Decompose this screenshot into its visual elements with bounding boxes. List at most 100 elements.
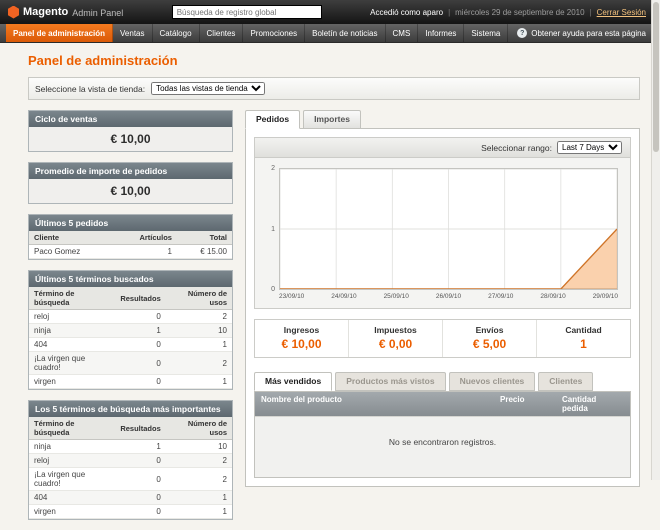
col-header: Número de usos xyxy=(166,287,232,310)
stat-impuestos: Impuestos € 0,00 xyxy=(348,320,442,357)
cell-uses: 2 xyxy=(166,310,232,324)
last-search-terms-box: Últimos 5 términos buscados Término de b… xyxy=(28,270,233,390)
cell-uses: 2 xyxy=(166,454,232,468)
x-axis-label: 26/09/10 xyxy=(436,293,461,300)
stat-envios: Envíos € 5,00 xyxy=(442,320,536,357)
avg-order-box: Promedio de importe de pedidos € 10,00 xyxy=(28,162,233,204)
help-label: Obtener ayuda para esta página xyxy=(531,29,646,38)
table-row[interactable]: 404 0 1 xyxy=(29,338,232,352)
col-header: Cliente xyxy=(29,231,113,245)
tab-importes[interactable]: Importes xyxy=(303,110,361,129)
stat-value: € 0,00 xyxy=(353,337,438,351)
content-area: Panel de administración Seleccione la vi… xyxy=(0,43,660,530)
x-axis-label: 27/09/10 xyxy=(488,293,513,300)
table-row[interactable]: ninja 1 10 xyxy=(29,440,232,454)
x-axis-label: 29/09/10 xyxy=(593,293,618,300)
tab-clientes[interactable]: Clientes xyxy=(538,372,593,391)
cell-term: ¡La virgen que cuadro! xyxy=(29,352,115,375)
separator: | xyxy=(448,8,450,17)
magento-logo-icon xyxy=(8,6,19,19)
right-column: Pedidos Importes Seleccionar rango: Last… xyxy=(245,110,640,487)
avg-order-value: € 10,00 xyxy=(29,179,232,203)
cell-total: € 15.00 xyxy=(177,245,232,259)
logged-in-text: Accedió como aparo xyxy=(370,8,443,17)
tab-pedidos[interactable]: Pedidos xyxy=(245,110,300,129)
scrollbar-thumb[interactable] xyxy=(653,2,659,152)
cell-uses: 10 xyxy=(166,324,232,338)
left-column: Ciclo de ventas € 10,00 Promedio de impo… xyxy=(28,110,233,530)
table-row[interactable]: virgen 0 1 xyxy=(29,505,232,519)
table-row[interactable]: reloj 0 2 xyxy=(29,454,232,468)
cell-results: 0 xyxy=(115,338,165,352)
table-row[interactable]: ¡La virgen que cuadro! 0 2 xyxy=(29,352,232,375)
page-help-link[interactable]: ? Obtener ayuda para esta página xyxy=(517,24,654,42)
nav-item-informes[interactable]: Informes xyxy=(418,24,464,42)
stat-label: Impuestos xyxy=(353,325,438,335)
col-header: Término de búsqueda xyxy=(29,417,115,440)
range-bar: Seleccionar rango: Last 7 Days xyxy=(255,138,630,158)
tab-mas-vendidos[interactable]: Más vendidos xyxy=(254,372,332,391)
col-header: Total xyxy=(177,231,232,245)
table-row[interactable]: ¡La virgen que cuadro! 0 2 xyxy=(29,468,232,491)
bestsellers-grid: Nombre del producto Precio Cantidad pedi… xyxy=(254,391,631,478)
store-view-select[interactable]: Todas las vistas de tienda xyxy=(151,82,265,95)
orders-panel: Seleccionar rango: Last 7 Days 2 1 0 xyxy=(245,128,640,487)
x-axis-label: 23/09/10 xyxy=(279,293,304,300)
grid-col-product: Nombre del producto xyxy=(255,392,494,416)
table-row[interactable]: reloj 0 2 xyxy=(29,310,232,324)
table-row[interactable]: ninja 1 10 xyxy=(29,324,232,338)
last-search-terms-table: Término de búsqueda Resultados Número de… xyxy=(29,287,232,389)
nav-item-catalogo[interactable]: Catálogo xyxy=(153,24,200,42)
table-row[interactable]: virgen 0 1 xyxy=(29,375,232,389)
range-select[interactable]: Last 7 Days xyxy=(557,141,622,154)
table-row[interactable]: 404 0 1 xyxy=(29,491,232,505)
cell-uses: 2 xyxy=(166,352,232,375)
grid-header-row: Nombre del producto Precio Cantidad pedi… xyxy=(255,392,630,416)
nav-item-dashboard[interactable]: Panel de administración xyxy=(6,24,113,42)
nav-item-cms[interactable]: CMS xyxy=(386,24,419,42)
nav-item-promociones[interactable]: Promociones xyxy=(243,24,305,42)
cell-term: ¡La virgen que cuadro! xyxy=(29,468,115,491)
logo-text: Magento xyxy=(23,6,68,18)
current-date: miércoles 29 de septiembre de 2010 xyxy=(455,8,584,17)
nav-item-sistema[interactable]: Sistema xyxy=(464,24,508,42)
cell-uses: 2 xyxy=(166,468,232,491)
cell-results: 0 xyxy=(115,310,165,324)
cell-term: ninja xyxy=(29,440,115,454)
area-chart-svg xyxy=(280,169,617,289)
stat-value: 1 xyxy=(541,337,626,351)
grid-empty-message: No se encontraron registros. xyxy=(255,416,630,477)
tab-productos-mas-vistos[interactable]: Productos más vistos xyxy=(335,372,445,391)
cell-uses: 1 xyxy=(166,491,232,505)
logo-subtext: Admin Panel xyxy=(72,8,123,18)
cell-term: 404 xyxy=(29,491,115,505)
nav-item-clientes[interactable]: Clientes xyxy=(200,24,244,42)
col-header: Artículos xyxy=(113,231,177,245)
page-title: Panel de administración xyxy=(28,53,640,68)
stat-label: Ingresos xyxy=(259,325,344,335)
cell-results: 0 xyxy=(115,352,165,375)
logout-link[interactable]: Cerrar Sesión xyxy=(597,8,646,17)
cell-term: virgen xyxy=(29,505,115,519)
cell-term: virgen xyxy=(29,375,115,389)
nav-item-ventas[interactable]: Ventas xyxy=(113,24,152,42)
nav-item-boletin[interactable]: Boletín de noticias xyxy=(305,24,385,42)
grid-col-qty: Cantidad pedida xyxy=(556,392,630,416)
product-tabs: Más vendidos Productos más vistos Nuevos… xyxy=(254,372,631,391)
y-axis-label: 1 xyxy=(261,226,275,233)
y-axis-label: 0 xyxy=(261,286,275,293)
x-axis-label: 24/09/10 xyxy=(331,293,356,300)
main-nav: Panel de administración Ventas Catálogo … xyxy=(0,24,660,43)
tab-nuevos-clientes[interactable]: Nuevos clientes xyxy=(449,372,536,391)
y-axis-label: 2 xyxy=(261,165,275,172)
user-info: Accedió como aparo | miércoles 29 de sep… xyxy=(370,8,646,17)
store-view-switcher: Seleccione la vista de tienda: Todas las… xyxy=(28,77,640,100)
sales-cycle-value: € 10,00 xyxy=(29,127,232,151)
help-icon: ? xyxy=(517,28,527,38)
global-search-input[interactable] xyxy=(172,5,322,19)
table-row[interactable]: Paco Gomez 1 € 15.00 xyxy=(29,245,232,259)
admin-header-bar: Magento Admin Panel Accedió como aparo |… xyxy=(0,0,660,24)
box-title-last-search: Últimos 5 términos buscados xyxy=(29,271,232,287)
vertical-scrollbar[interactable] xyxy=(651,0,660,480)
col-header: Número de usos xyxy=(166,417,232,440)
